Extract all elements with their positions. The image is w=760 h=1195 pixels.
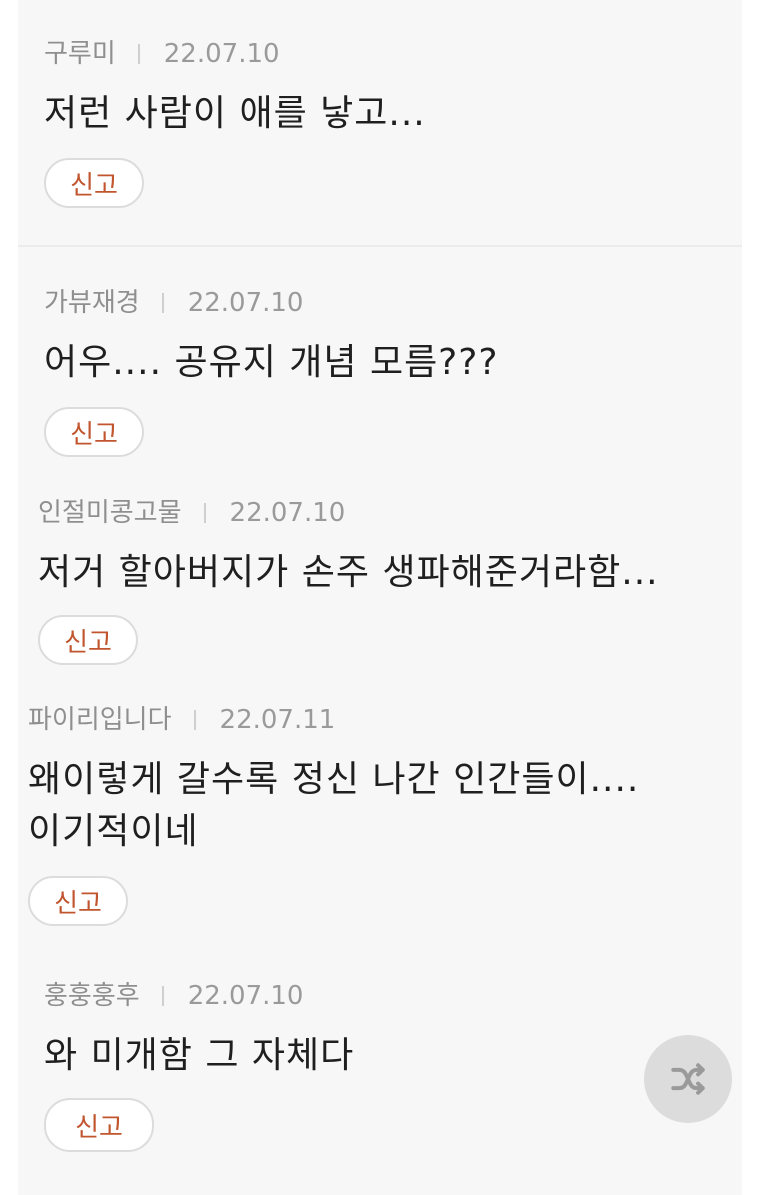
- comment-date: 22.07.10: [187, 981, 304, 1011]
- report-button[interactable]: 신고: [38, 615, 138, 665]
- meta-divider: [161, 986, 164, 1006]
- comment-date: 22.07.10: [187, 288, 304, 318]
- comment-text: 어우.... 공유지 개념 모름???: [44, 342, 499, 383]
- comment-date: 22.07.11: [219, 705, 336, 735]
- comment-author[interactable]: 훙훙훙후: [44, 980, 140, 1012]
- comment-author[interactable]: 가뷰재경: [44, 287, 140, 319]
- comment-author[interactable]: 파이리입니다: [28, 704, 172, 736]
- comment-item: 인절미콩고물 22.07.10 저거 할아버지가 손주 생파해준거라함... 신…: [38, 497, 659, 665]
- comment-meta: 가뷰재경 22.07.10: [44, 287, 499, 319]
- shuffle-icon: [671, 1063, 705, 1095]
- comment-item: 가뷰재경 22.07.10 어우.... 공유지 개념 모름??? 신고: [44, 287, 499, 457]
- comment-text: 왜이렇게 갈수록 정신 나간 인간들이.... 이기적이네: [28, 759, 640, 852]
- comment-text: 와 미개함 그 자체다: [44, 1035, 355, 1076]
- meta-divider: [203, 503, 206, 523]
- comment-text: 저런 사람이 애를 낳고...: [44, 93, 426, 134]
- comment-author[interactable]: 구루미: [44, 38, 116, 70]
- report-button[interactable]: 신고: [44, 1098, 154, 1152]
- meta-divider: [161, 293, 164, 313]
- comment-meta: 파이리입니다 22.07.11: [28, 704, 639, 736]
- comment-text: 저거 할아버지가 손주 생파해준거라함...: [38, 552, 659, 593]
- comment-meta: 훙훙훙후 22.07.10: [44, 980, 354, 1012]
- report-button[interactable]: 신고: [28, 876, 128, 926]
- comment-page: 구루미 22.07.10 저런 사람이 애를 낳고... 신고 가뷰재경 22.…: [0, 0, 760, 1195]
- comment-meta: 인절미콩고물 22.07.10: [38, 497, 659, 529]
- report-button[interactable]: 신고: [44, 407, 144, 457]
- comment-item: 훙훙훙후 22.07.10 와 미개함 그 자체다 신고: [44, 980, 354, 1152]
- meta-divider: [193, 710, 196, 730]
- comment-item: 파이리입니다 22.07.11 왜이렇게 갈수록 정신 나간 인간들이.... …: [28, 704, 639, 926]
- meta-divider: [137, 44, 140, 64]
- comment-item: 구루미 22.07.10 저런 사람이 애를 낳고... 신고: [44, 38, 426, 208]
- report-button[interactable]: 신고: [44, 158, 144, 208]
- comment-date: 22.07.10: [163, 39, 280, 69]
- comment-author[interactable]: 인절미콩고물: [38, 497, 182, 529]
- shuffle-button[interactable]: [644, 1035, 732, 1123]
- comment-meta: 구루미 22.07.10: [44, 38, 426, 70]
- comment-date: 22.07.10: [229, 498, 346, 528]
